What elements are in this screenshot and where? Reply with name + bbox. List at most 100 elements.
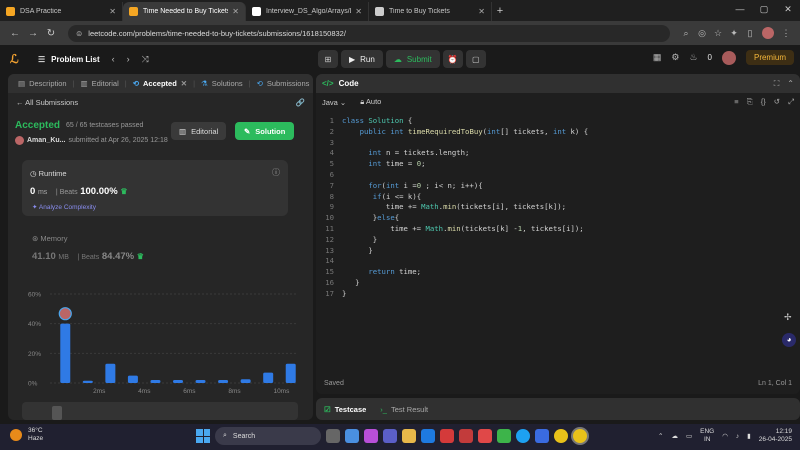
assistant-bot-icon[interactable]: ◕ <box>782 333 796 347</box>
new-tab-button[interactable]: + <box>492 2 508 21</box>
weather-widget[interactable]: 36°C Haze <box>10 427 43 443</box>
close-window-button[interactable]: ✕ <box>776 0 800 21</box>
close-tab-icon[interactable]: ✕ <box>478 7 485 16</box>
app-icon-3[interactable] <box>497 429 511 443</box>
chart-bar[interactable] <box>60 323 71 383</box>
chart-bar[interactable] <box>150 380 161 383</box>
premium-button[interactable]: Premium <box>745 50 794 65</box>
battery-status-icon[interactable]: ▮ <box>747 432 751 440</box>
notes-button[interactable]: ▢ <box>465 50 486 68</box>
chart-bar[interactable] <box>263 372 274 383</box>
app-icon[interactable] <box>459 429 473 443</box>
store-icon[interactable] <box>535 429 549 443</box>
tab-submissions[interactable]: ⟲ Submissions <box>251 74 313 93</box>
profile-avatar[interactable] <box>762 27 774 39</box>
analyze-complexity-link[interactable]: ✦ Analyze Complexity <box>32 203 96 211</box>
collapse-side-icon[interactable]: ✢ <box>784 312 796 324</box>
url-bar[interactable]: ⊜ leetcode.com/problems/time-needed-to-b… <box>68 24 670 42</box>
tab-test-result[interactable]: ›_ Test Result <box>380 405 428 414</box>
volume-icon[interactable]: ♪ <box>736 433 739 440</box>
chart-bar[interactable] <box>218 380 229 383</box>
prev-problem-button[interactable]: ‹ <box>112 54 115 65</box>
clock[interactable]: 12:19 26-04-2025 <box>759 428 792 444</box>
layout-icon[interactable]: ▦ <box>653 52 662 63</box>
chart-bar[interactable] <box>173 380 183 383</box>
minimize-button[interactable]: — <box>728 0 752 21</box>
edge-icon[interactable] <box>516 429 530 443</box>
submit-button[interactable]: ☁ Submit <box>385 50 440 68</box>
username[interactable]: Aman_Ku... <box>27 137 66 144</box>
mcafee-icon[interactable] <box>440 429 454 443</box>
wifi-icon[interactable]: ◠ <box>722 432 728 440</box>
search-lens-icon[interactable]: ⌕ <box>678 28 694 39</box>
expand-icon[interactable]: ⤢ <box>788 97 794 107</box>
chart-bar[interactable] <box>240 379 251 383</box>
maximize-button[interactable]: ▢ <box>752 0 776 21</box>
bookmark-star-icon[interactable]: ☆ <box>710 28 726 39</box>
task-view-icon[interactable] <box>326 429 340 443</box>
battery-icon[interactable]: ▭ <box>686 432 692 440</box>
chart-bar[interactable] <box>105 363 116 383</box>
close-tab-icon[interactable]: ✕ <box>181 79 187 88</box>
show-hidden-icons[interactable]: ⌃ <box>658 432 663 440</box>
bookmark-icon[interactable]: ⎘ <box>747 97 753 107</box>
auto-complete-toggle[interactable]: 🔒︎ Auto <box>360 97 381 107</box>
language-select[interactable]: Java ⌄ <box>322 98 346 107</box>
taskbar-search[interactable]: ⌕ Search <box>215 427 321 445</box>
extensions-puzzle-icon[interactable]: ✦ <box>726 28 742 39</box>
share-link-icon[interactable]: 🔗 <box>296 98 305 107</box>
back-button[interactable]: ← <box>6 28 24 39</box>
close-tab-icon[interactable]: ✕ <box>355 7 362 16</box>
tab-description[interactable]: ▤ Description <box>12 74 73 93</box>
browser-tab[interactable]: Time to Buy Tickets ✕ <box>369 2 492 21</box>
site-info-icon[interactable]: ⊜ <box>76 29 82 38</box>
tab-accepted[interactable]: ⟲ Accepted ✕ <box>127 74 193 93</box>
browser-tab[interactable]: DSA Practice ✕ <box>0 2 123 21</box>
language-indicator[interactable]: ENG IN <box>700 428 714 444</box>
app-icon-2[interactable] <box>478 429 492 443</box>
chrome-icon[interactable] <box>554 429 568 443</box>
timer-button[interactable]: ⏰ <box>442 50 463 68</box>
editorial-button[interactable]: ▥ Editorial <box>171 122 227 140</box>
chart-bar[interactable] <box>82 380 93 383</box>
tab-editorial[interactable]: ▥ Editorial <box>75 74 125 93</box>
range-thumb[interactable] <box>52 406 62 420</box>
browser-menu-icon[interactable]: ⋮ <box>778 28 794 39</box>
chrome-active-icon[interactable] <box>573 429 587 443</box>
cloud-icon[interactable]: ☁ <box>672 432 679 440</box>
sidebar-icon[interactable]: ▯ <box>742 28 758 39</box>
chart-bar[interactable] <box>195 380 206 383</box>
user-avatar[interactable] <box>721 50 736 65</box>
chart-bar[interactable] <box>285 363 296 383</box>
widgets-icon[interactable] <box>345 429 359 443</box>
close-tab-icon[interactable]: ✕ <box>109 7 116 16</box>
file-explorer-icon[interactable] <box>402 429 416 443</box>
format-icon[interactable]: ≡ <box>734 97 738 107</box>
reset-icon[interactable]: ↺ <box>774 97 780 107</box>
reload-button[interactable]: ↻ <box>42 28 60 39</box>
collapse-icon[interactable]: ⌃ <box>787 79 794 89</box>
dropbox-icon[interactable] <box>421 429 435 443</box>
next-problem-button[interactable]: › <box>127 54 130 65</box>
runtime-card[interactable]: ◷ Runtime ⓘ 0 ms | Beats 100.00% ♛ ✦ Ana… <box>22 160 288 216</box>
close-tab-icon[interactable]: ✕ <box>232 7 239 16</box>
teams-icon[interactable] <box>383 429 397 443</box>
leetcode-logo-icon[interactable]: ℒ <box>10 52 24 66</box>
tab-solutions[interactable]: ⚗ Solutions <box>195 74 249 93</box>
debug-button[interactable]: ⊞ <box>318 50 338 68</box>
windows-start-icon[interactable] <box>196 429 210 443</box>
solution-button[interactable]: ✎ Solution <box>235 122 295 140</box>
problem-list-button[interactable]: ☰ Problem List <box>38 55 100 64</box>
copilot-icon[interactable] <box>364 429 378 443</box>
braces-icon[interactable]: {} <box>761 97 766 107</box>
browser-tab[interactable]: Time Needed to Buy Tickets - L✕ <box>123 2 246 21</box>
fullscreen-icon[interactable]: ⛶ <box>774 79 780 89</box>
browser-tab[interactable]: Interview_DS_Algo/Arrays/Leet ✕ <box>246 2 369 21</box>
chart-bar[interactable] <box>127 375 138 383</box>
streak-fire-icon[interactable]: ♨ <box>689 52 697 63</box>
info-icon[interactable]: ⓘ <box>272 167 280 178</box>
tab-testcase[interactable]: ☑ Testcase <box>324 405 366 414</box>
shuffle-icon[interactable]: ⤨ <box>142 54 149 65</box>
run-button[interactable]: ▶ Run <box>341 50 383 68</box>
extension-icon[interactable]: ◎ <box>694 28 710 39</box>
